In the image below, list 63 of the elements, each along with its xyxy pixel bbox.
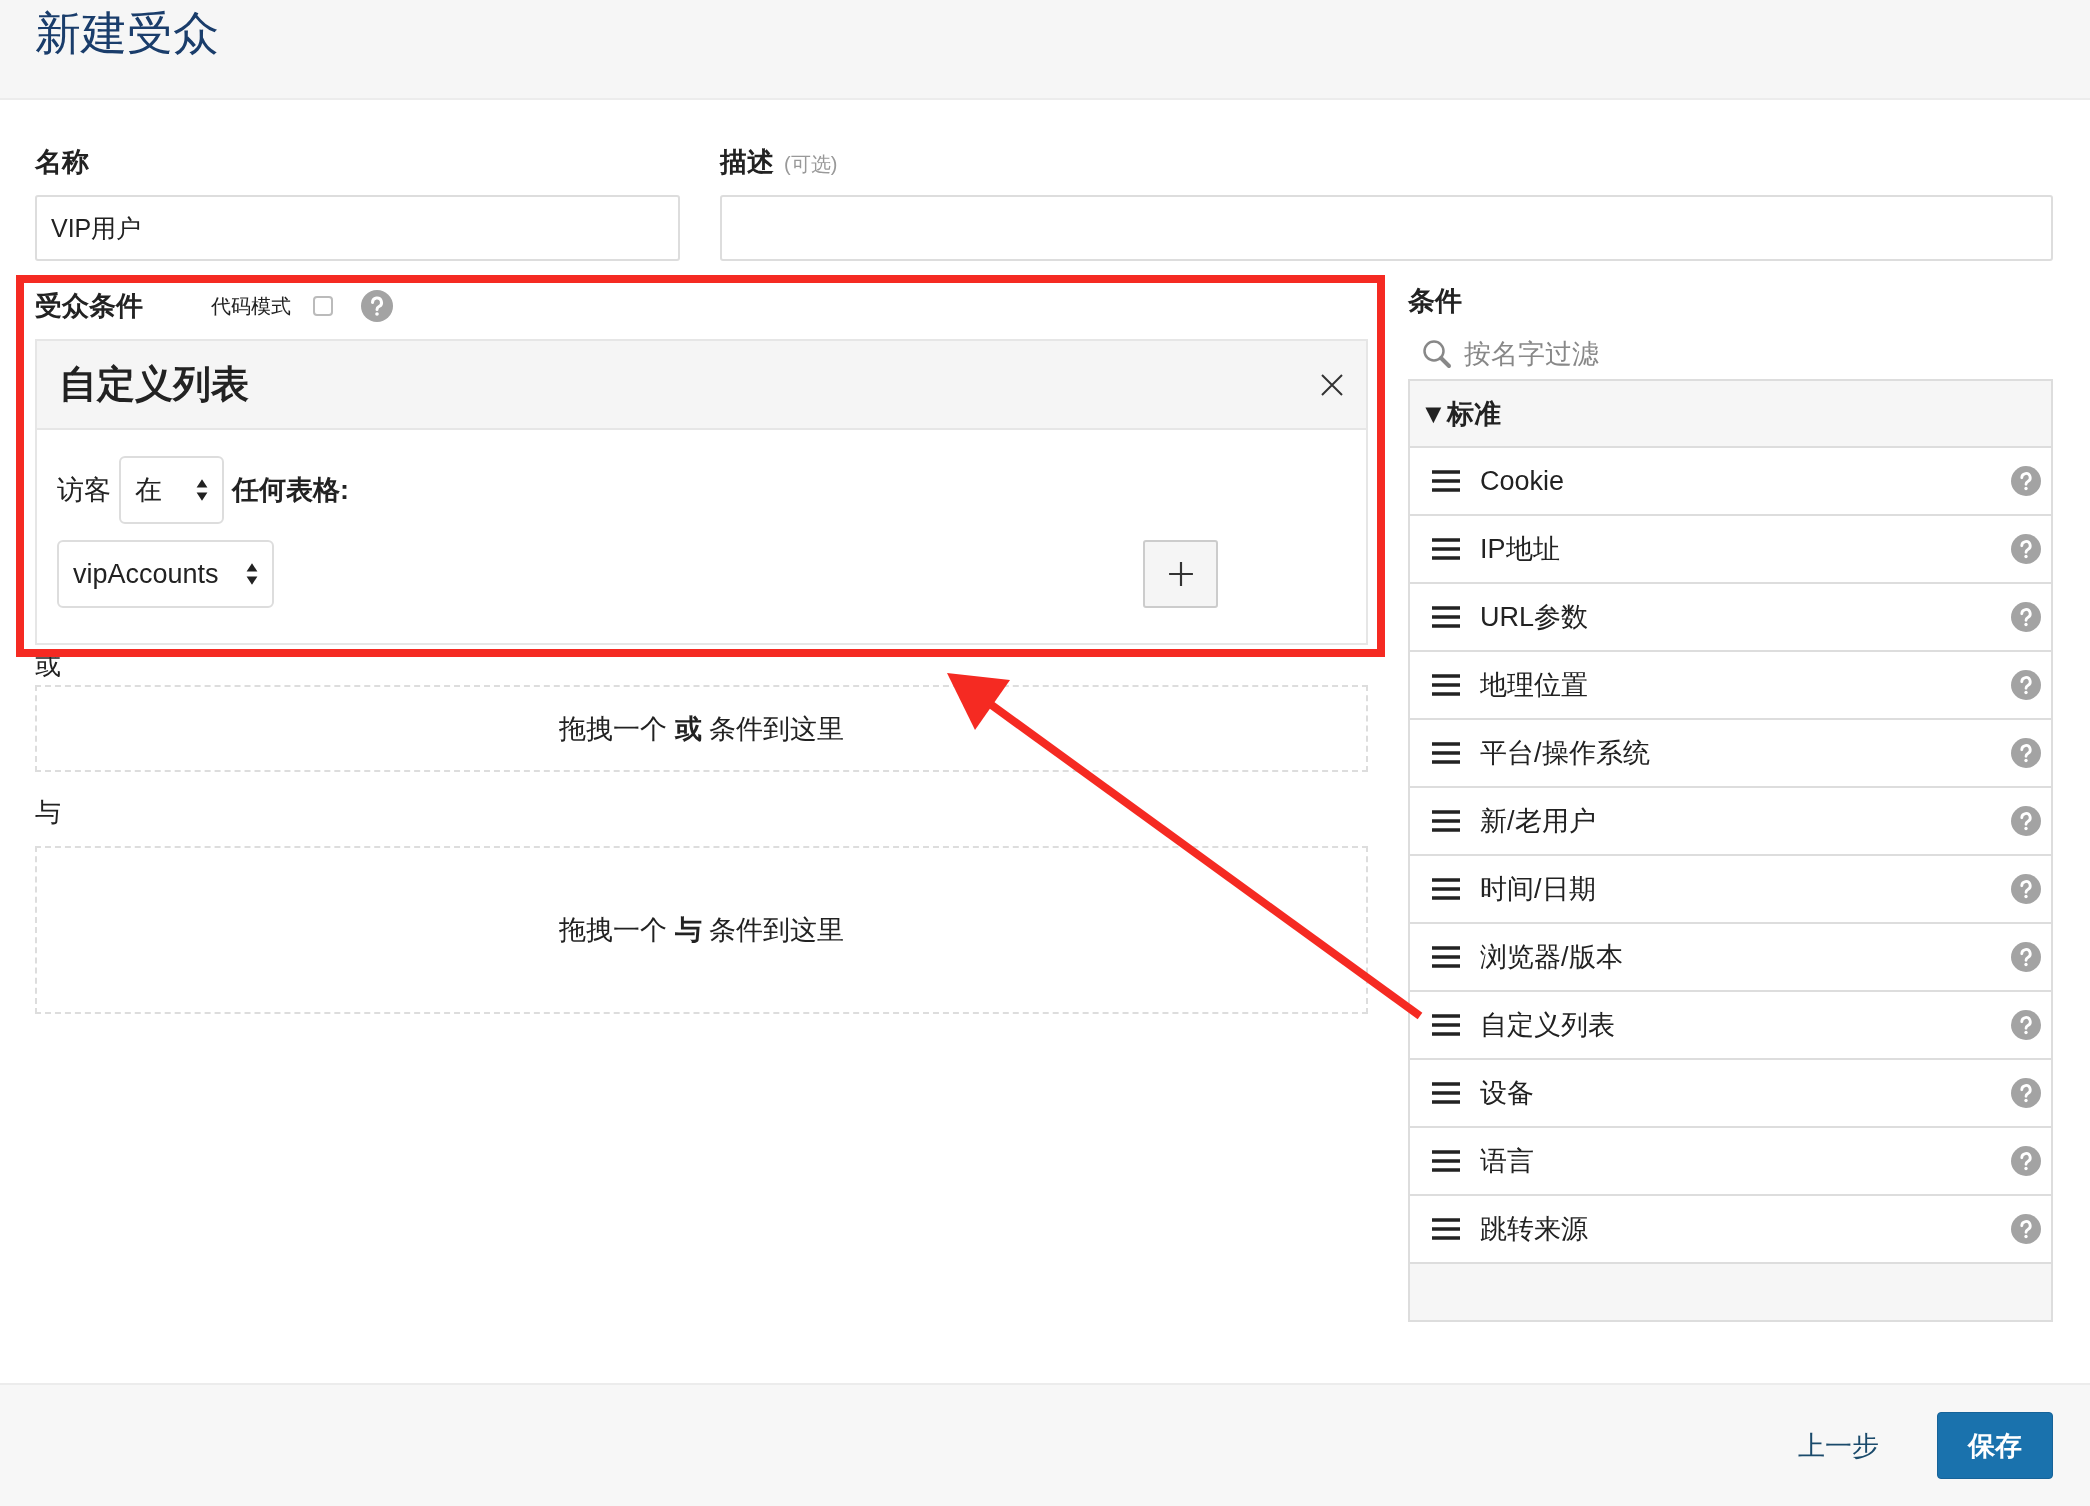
help-icon[interactable] xyxy=(361,290,393,322)
description-field[interactable] xyxy=(720,195,2053,261)
and-label: 与 xyxy=(35,796,62,828)
help-icon[interactable] xyxy=(2011,466,2041,496)
drag-handle-icon xyxy=(1432,538,1460,560)
condition-item[interactable]: URL参数 xyxy=(1410,584,2051,652)
list-select[interactable]: vipAccounts xyxy=(57,540,274,608)
up-down-arrows-icon xyxy=(246,562,258,586)
code-mode-checkbox[interactable] xyxy=(313,296,333,316)
help-icon[interactable] xyxy=(2011,942,2041,972)
name-field[interactable]: VIP用户 xyxy=(35,195,680,261)
drop-zone[interactable]: 拖拽一个 与 条件到这里 xyxy=(35,846,1368,1014)
group-header[interactable]: ▼标准 xyxy=(1410,381,2051,448)
help-icon[interactable] xyxy=(2011,874,2041,904)
condition-item[interactable]: 设备 xyxy=(1410,1060,2051,1128)
checkbox-label: 代码模式 xyxy=(211,293,291,319)
section-label: 受众条件 xyxy=(35,290,143,323)
condition-item[interactable]: IP地址 xyxy=(1410,516,2051,584)
search-field[interactable]: 按名字过滤 xyxy=(1462,337,1966,371)
help-icon[interactable] xyxy=(2011,534,2041,564)
close-icon[interactable] xyxy=(1320,372,1344,397)
drag-handle-icon xyxy=(1432,470,1460,492)
save-button[interactable]: 保存 xyxy=(1937,1412,2053,1479)
drag-handle-icon xyxy=(1432,1014,1460,1036)
panel-title: 条件 xyxy=(1408,285,1463,318)
drag-handle-icon xyxy=(1432,1082,1460,1104)
up-down-arrows-icon xyxy=(196,478,208,502)
condition-item[interactable]: 时间/日期 xyxy=(1410,856,2051,924)
drag-handle-icon xyxy=(1432,1218,1460,1240)
field-label: 名称 xyxy=(35,146,90,179)
operator-select[interactable]: 在 xyxy=(119,456,224,524)
condition-item[interactable]: 自定义列表 xyxy=(1410,992,2051,1060)
page-title: 新建受众 xyxy=(35,6,220,61)
condition-item[interactable]: 浏览器/版本 xyxy=(1410,924,2051,992)
condition-item[interactable]: 地理位置 xyxy=(1410,652,2051,720)
plus-icon xyxy=(1167,561,1194,587)
condition-item[interactable]: 新/老用户 xyxy=(1410,788,2051,856)
drag-handle-icon xyxy=(1432,878,1460,900)
condition-item[interactable]: 语言 xyxy=(1410,1128,2051,1196)
help-icon[interactable] xyxy=(2011,1146,2041,1176)
help-icon[interactable] xyxy=(2011,1078,2041,1108)
help-icon[interactable] xyxy=(2011,670,2041,700)
drag-handle-icon xyxy=(1432,674,1460,696)
drag-handle-icon xyxy=(1432,810,1460,832)
help-icon[interactable] xyxy=(2011,1010,2041,1040)
help-icon[interactable] xyxy=(2011,602,2041,632)
rule-text: 访客 xyxy=(57,474,111,507)
drag-handle-icon xyxy=(1432,1150,1460,1172)
add-button[interactable] xyxy=(1143,540,1218,608)
drag-handle-icon xyxy=(1432,742,1460,764)
help-icon[interactable] xyxy=(2011,1214,2041,1244)
drag-handle-icon xyxy=(1432,606,1460,628)
search-icon xyxy=(1422,339,1452,369)
help-icon[interactable] xyxy=(2011,806,2041,836)
condition-item[interactable]: Cookie xyxy=(1410,448,2051,516)
help-icon[interactable] xyxy=(2011,738,2041,768)
field-label: 描述 xyxy=(720,146,774,179)
drag-handle-icon xyxy=(1432,946,1460,968)
optional-hint: (可选) xyxy=(784,152,838,177)
rule-text: 任何表格: xyxy=(232,474,349,507)
card-title: 自定义列表 xyxy=(59,362,249,407)
back-link[interactable]: 上一步 xyxy=(1798,1427,1879,1464)
condition-item[interactable]: 平台/操作系统 xyxy=(1410,720,2051,788)
